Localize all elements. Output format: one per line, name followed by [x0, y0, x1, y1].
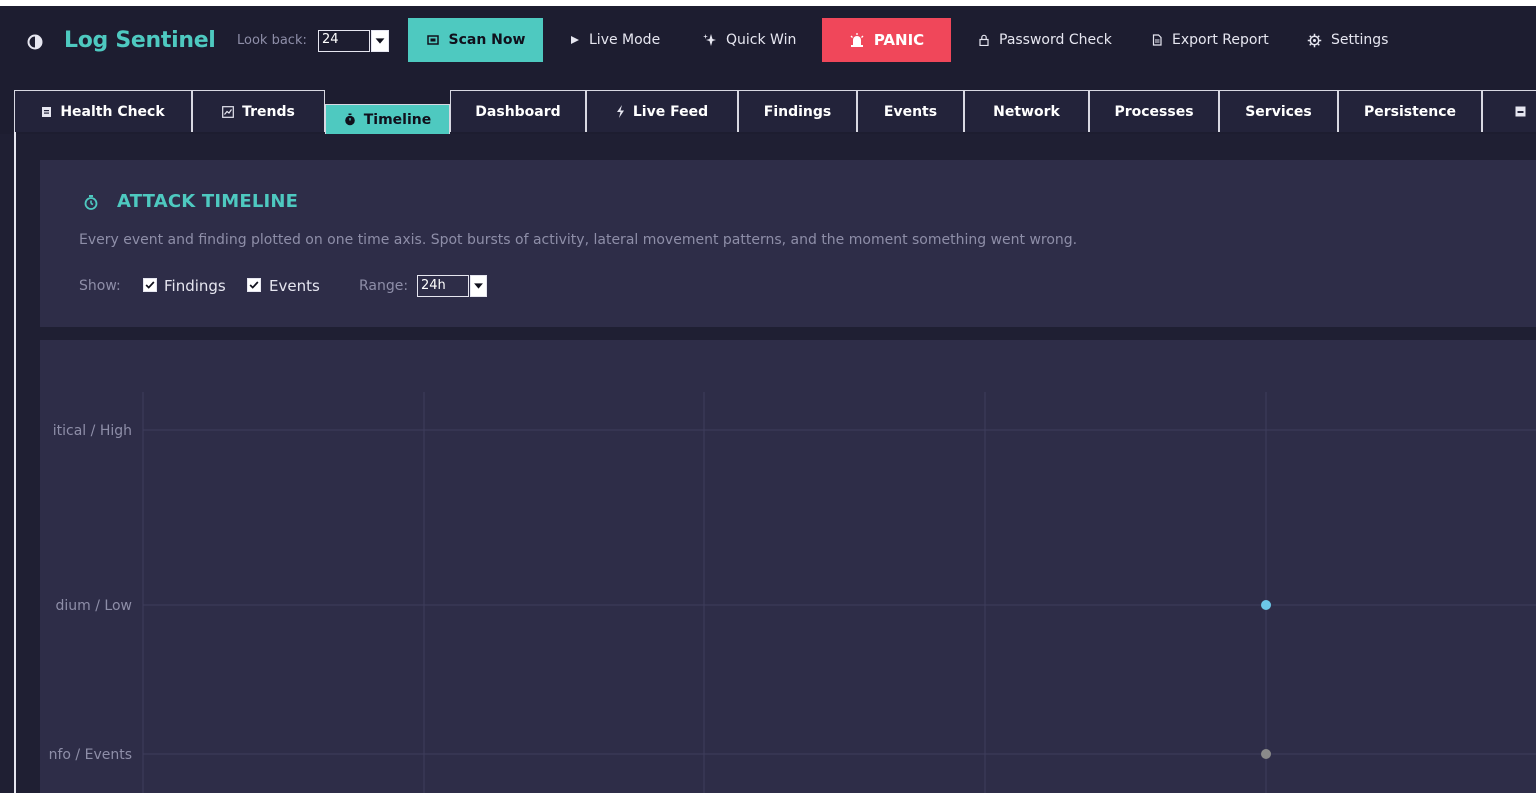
timeline-description: Every event and finding plotted on one t… — [79, 232, 1078, 248]
tab-trends[interactable]: Trends — [192, 90, 325, 132]
chevron-down-icon[interactable] — [470, 275, 487, 297]
scan-icon — [426, 35, 439, 45]
tab-label: Trends — [242, 103, 295, 120]
tab-label: Processes — [1114, 103, 1194, 120]
tab-health-check[interactable]: Health Check — [14, 90, 192, 132]
chart-icon — [222, 105, 235, 118]
export-report-label: Export Report — [1172, 32, 1269, 48]
play-icon — [571, 36, 579, 44]
tab-label: Services — [1245, 103, 1312, 120]
lookback-input[interactable]: 24 — [318, 30, 370, 52]
tab-label: Timeline — [363, 111, 432, 128]
timeline-chart: itical / High dium / Low nfo / Events — [49, 392, 1536, 793]
shield-half-icon — [27, 34, 43, 50]
tab-label: Findings — [763, 103, 832, 120]
range-select[interactable]: 24h — [417, 275, 469, 297]
tab-label: Dashboard — [475, 103, 561, 120]
tab-services[interactable]: Services — [1219, 90, 1338, 132]
siren-icon — [850, 33, 864, 47]
tab-processes[interactable]: Processes — [1089, 90, 1219, 132]
tab-overflow[interactable] — [1482, 90, 1536, 132]
tab-persistence[interactable]: Persistence — [1338, 90, 1482, 132]
settings-button[interactable]: Settings — [1307, 18, 1388, 62]
tab-dashboard[interactable]: Dashboard — [450, 90, 586, 132]
tab-live-feed[interactable]: Live Feed — [586, 90, 738, 132]
y-tick-label: dium / Low — [56, 598, 132, 614]
stopwatch-icon — [84, 195, 98, 210]
data-point — [1261, 749, 1271, 759]
gear-icon — [1307, 33, 1322, 47]
tab-label: Network — [993, 103, 1060, 120]
events-checkbox-label[interactable]: Events — [269, 277, 320, 295]
password-check-label: Password Check — [999, 32, 1112, 48]
live-mode-button[interactable]: Live Mode — [570, 18, 660, 62]
timeline-title: ATTACK TIMELINE — [117, 191, 299, 212]
tab-events[interactable]: Events — [857, 90, 964, 132]
scan-now-button[interactable]: Scan Now — [408, 18, 543, 62]
chevron-down-icon[interactable] — [371, 30, 389, 52]
inbox-icon — [1515, 106, 1526, 117]
panic-button[interactable]: PANIC — [822, 18, 951, 62]
tab-timeline[interactable]: Timeline — [325, 104, 450, 134]
lightning-icon — [616, 105, 624, 118]
show-label: Show: — [79, 278, 121, 294]
events-checkbox[interactable] — [247, 278, 261, 292]
tab-network[interactable]: Network — [964, 90, 1089, 132]
scan-now-label: Scan Now — [448, 32, 526, 48]
clipboard-icon — [42, 106, 52, 117]
settings-label: Settings — [1331, 32, 1389, 48]
data-point — [1261, 600, 1271, 610]
document-icon — [1152, 34, 1162, 46]
quick-win-button[interactable]: Quick Win — [703, 18, 796, 62]
tab-label: Health Check — [60, 103, 165, 120]
findings-checkbox-label[interactable]: Findings — [164, 277, 226, 295]
live-mode-label: Live Mode — [589, 32, 661, 48]
lock-icon — [979, 34, 989, 46]
findings-checkbox[interactable] — [143, 278, 157, 292]
tab-label: Live Feed — [632, 103, 709, 120]
timeline-chart-card: itical / High dium / Low nfo / Events — [40, 340, 1536, 793]
sparkle-icon — [703, 34, 716, 46]
panic-label: PANIC — [873, 31, 925, 49]
password-check-button[interactable]: Password Check — [978, 18, 1112, 62]
app-title: Log Sentinel — [64, 28, 216, 53]
tab-label: Events — [883, 103, 938, 120]
tab-findings[interactable]: Findings — [738, 90, 857, 132]
quick-win-label: Quick Win — [726, 32, 797, 48]
lookback-label: Look back: — [237, 33, 307, 48]
y-tick-label: itical / High — [53, 423, 132, 439]
range-label: Range: — [359, 278, 409, 294]
export-report-button[interactable]: Export Report — [1151, 18, 1269, 62]
tab-label: Persistence — [1363, 103, 1457, 120]
y-tick-label: nfo / Events — [49, 747, 132, 763]
stopwatch-icon — [344, 113, 355, 126]
